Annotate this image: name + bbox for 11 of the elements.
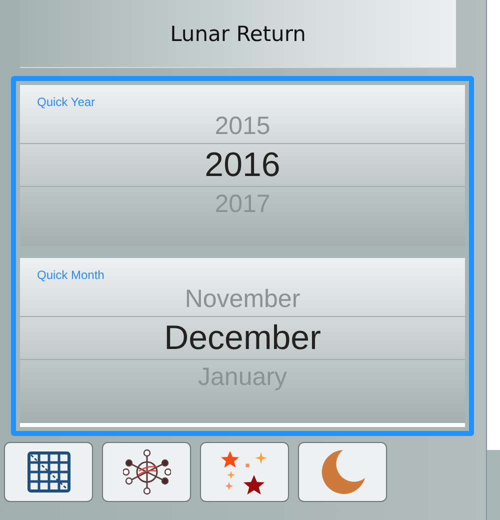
grid-button[interactable] xyxy=(4,442,93,502)
stars-button[interactable] xyxy=(200,442,289,502)
picker-option[interactable]: December xyxy=(164,318,321,358)
picker-label: Quick Year xyxy=(37,95,96,109)
wheel-button[interactable] xyxy=(102,442,191,502)
picker-option[interactable]: 2016 xyxy=(204,146,280,184)
grid-icon xyxy=(26,451,70,493)
window-title: Lunar Return xyxy=(170,22,306,46)
picker-label: Quick Month xyxy=(37,268,104,282)
moon-button[interactable] xyxy=(298,442,387,502)
wheel-icon xyxy=(122,449,170,495)
